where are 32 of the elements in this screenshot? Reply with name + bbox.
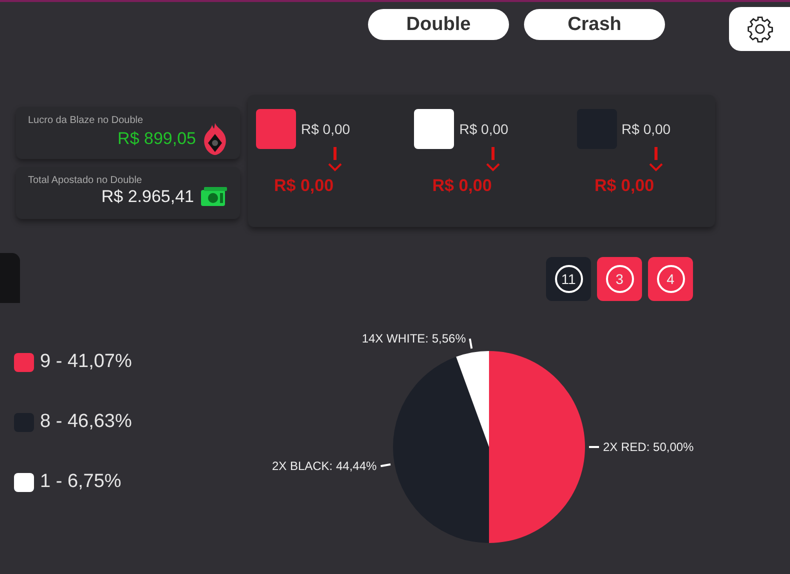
down-arrow-icon bbox=[648, 146, 663, 172]
money-icon bbox=[200, 186, 228, 208]
legend-label: 9 - 41,07% bbox=[40, 351, 132, 373]
bet-result: R$ 0,00 bbox=[594, 176, 656, 196]
stat-value: R$ 2.965,41 bbox=[101, 187, 194, 207]
nav-tab[interactable]: Crash bbox=[524, 9, 665, 40]
leader-line bbox=[380, 463, 391, 468]
slice-label: 2X RED: 50,00% bbox=[603, 440, 694, 454]
panel-edge bbox=[0, 253, 20, 303]
down-arrow-icon bbox=[486, 146, 500, 172]
bet-result: R$ 0,00 bbox=[274, 176, 335, 196]
count-badge: 11 bbox=[546, 257, 591, 301]
bet-amount: R$ 0,00 bbox=[622, 121, 671, 137]
stat-label: Total Apostado no Double bbox=[28, 175, 143, 186]
bet-result: R$ 0,00 bbox=[432, 176, 493, 196]
down-arrow-icon bbox=[328, 146, 342, 172]
stat-label: Lucro da Blaze no Double bbox=[28, 115, 144, 126]
bet-amount: R$ 0,00 bbox=[301, 121, 350, 137]
leader-line bbox=[589, 446, 599, 448]
nav-tab[interactable]: Double bbox=[368, 9, 509, 40]
legend-label: 8 - 46,63% bbox=[40, 411, 132, 433]
legend-label: 1 - 6,75% bbox=[40, 471, 122, 493]
slice-label: 2X BLACK: 44,44% bbox=[272, 459, 377, 474]
flame-icon bbox=[202, 122, 228, 156]
count-badge: 3 bbox=[597, 257, 642, 301]
settings-icon bbox=[746, 15, 774, 43]
bet-amount: R$ 0,00 bbox=[459, 121, 508, 137]
stat-value: R$ 899,05 bbox=[118, 129, 196, 149]
slice-label: 14X WHITE: 5,56% bbox=[362, 332, 466, 346]
settings-button[interactable] bbox=[729, 7, 790, 51]
count-badge: 4 bbox=[648, 257, 693, 301]
leader-line bbox=[468, 338, 473, 349]
